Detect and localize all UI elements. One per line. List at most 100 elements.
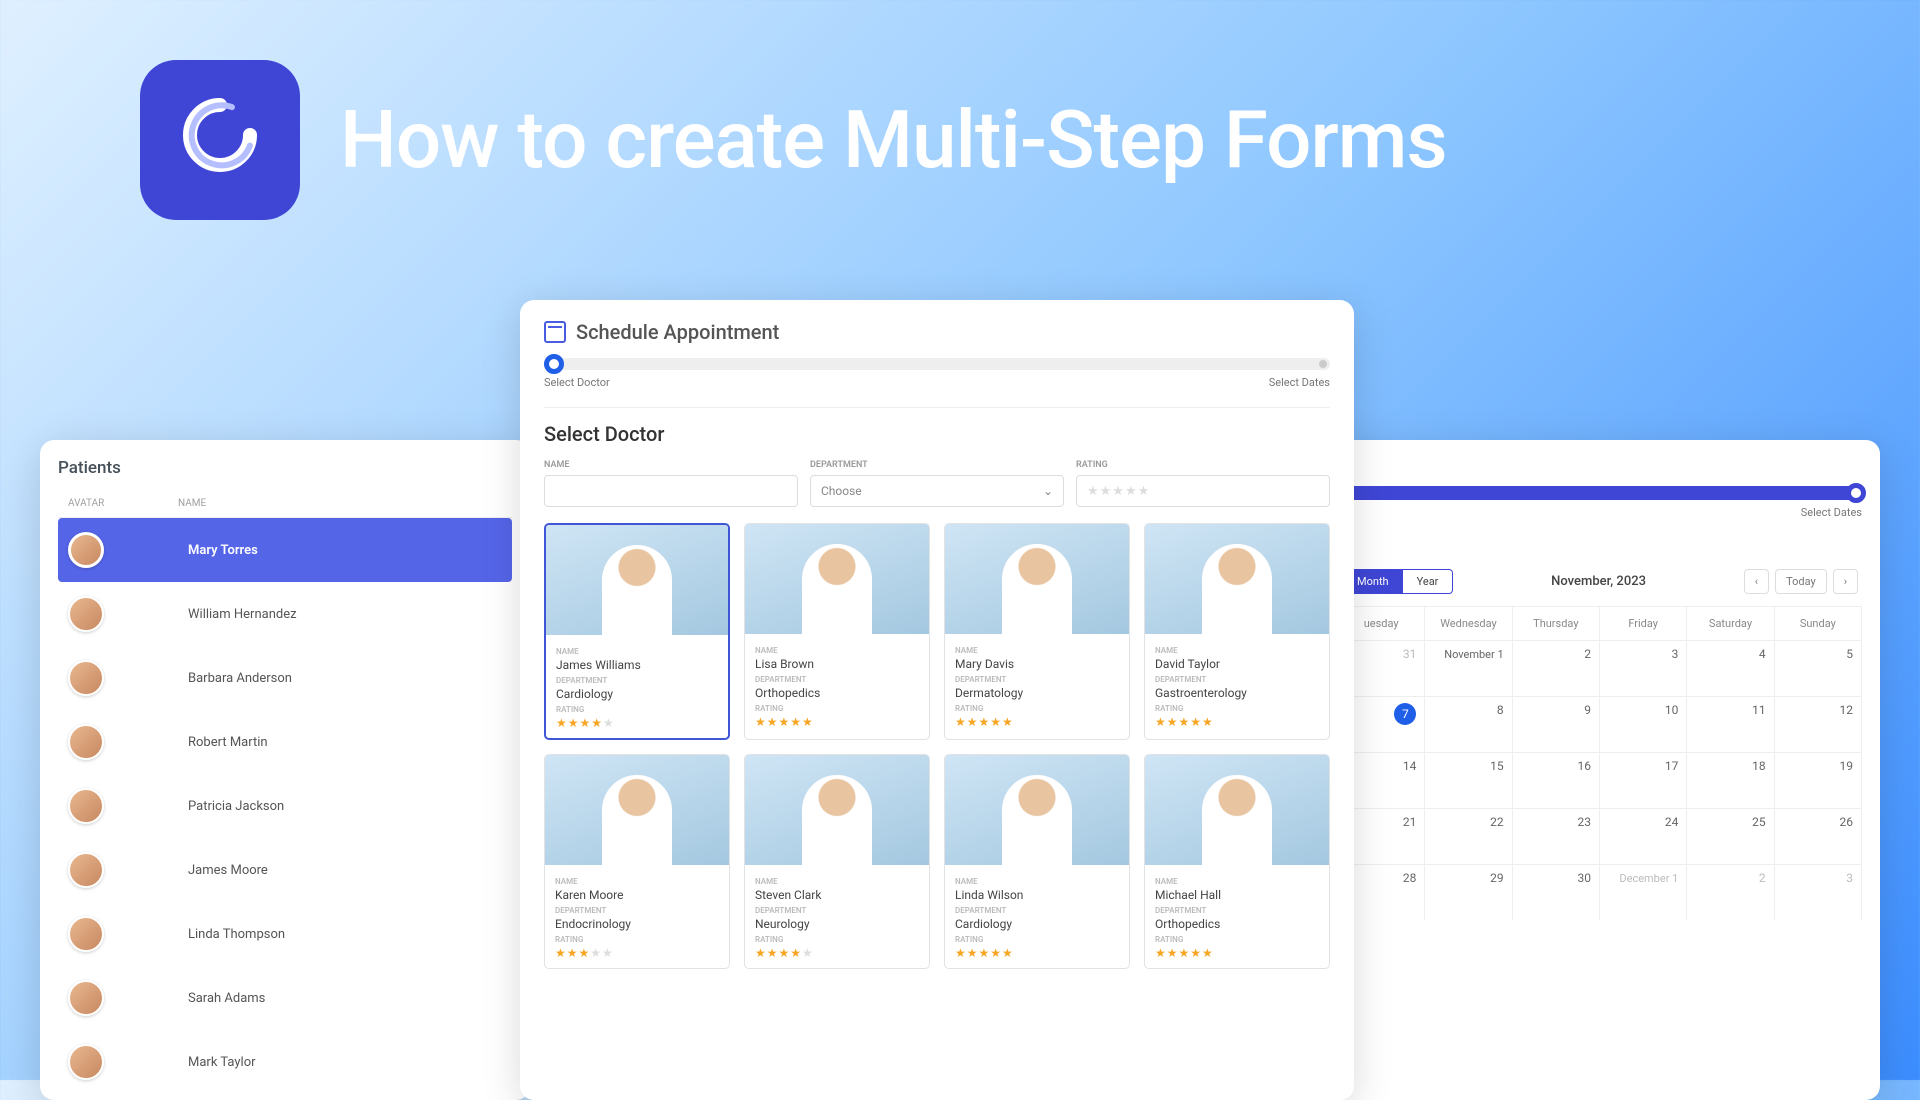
calendar-day-cell[interactable]: 12 <box>1775 696 1862 752</box>
patient-name: Robert Martin <box>188 735 268 750</box>
patients-table-header: Avatar Name <box>58 490 512 518</box>
calendar-icon <box>544 321 566 343</box>
doctor-rating: ★★★★★ <box>755 715 919 729</box>
patient-row[interactable]: Robert Martin <box>58 710 512 774</box>
doctor-card[interactable]: Name James Williams Department Cardiology Ra… <box>544 523 730 740</box>
patient-row[interactable]: James Moore <box>58 838 512 902</box>
patient-name: Mark Taylor <box>188 1055 256 1070</box>
toggle-year[interactable]: Year <box>1403 570 1453 593</box>
doctor-rating: ★★★★★ <box>555 946 719 960</box>
doctor-card[interactable]: NameLinda WilsonDepartmentCardiologyRati… <box>944 754 1130 969</box>
doctor-card[interactable]: NameMary DavisDepartmentDermatologyRatin… <box>944 523 1130 740</box>
progress-end-dot <box>1846 483 1866 503</box>
page-header: How to create Multi-Step Forms <box>0 0 1920 220</box>
doctor-card[interactable]: NameSteven ClarkDepartmentNeurologyRatin… <box>744 754 930 969</box>
calendar-day-cell[interactable]: 17 <box>1600 752 1687 808</box>
calendar-day-cell[interactable]: 2 <box>1513 640 1600 696</box>
field-label: Department <box>1155 675 1319 684</box>
calendar-day-cell[interactable]: 9 <box>1513 696 1600 752</box>
calendar-day-cell[interactable]: 25 <box>1687 808 1774 864</box>
patients-panel: Patients Avatar Name Mary TorresWilliam … <box>40 440 530 1100</box>
page-title: How to create Multi-Step Forms <box>340 93 1447 187</box>
calendar-day-cell[interactable]: 4 <box>1687 640 1774 696</box>
calendar-day-cell[interactable]: 3 <box>1600 640 1687 696</box>
step-label-select-dates: Select Dates <box>1338 506 1862 519</box>
calendar-next-button[interactable]: › <box>1833 569 1858 594</box>
patient-row[interactable]: Sarah Adams <box>58 966 512 1030</box>
field-label: Rating <box>1155 935 1319 944</box>
filter-department-select[interactable]: Choose⌄ <box>810 475 1064 507</box>
avatar <box>68 532 104 568</box>
field-label: Name <box>556 647 718 656</box>
calendar-day-header: Sunday <box>1775 606 1862 640</box>
column-name: Name <box>178 498 512 509</box>
doctor-card[interactable]: NameDavid TaylorDepartmentGastroenterolo… <box>1144 523 1330 740</box>
calendar-day-cell[interactable]: 29 <box>1425 864 1512 920</box>
patient-name: Sarah Adams <box>188 991 265 1006</box>
doctor-card[interactable]: NameLisa BrownDepartmentOrthopedicsRatin… <box>744 523 930 740</box>
calendar-day-cell[interactable]: 11 <box>1687 696 1774 752</box>
avatar <box>68 980 104 1016</box>
patient-row[interactable]: Mary Torres <box>58 518 512 582</box>
filter-name-input[interactable] <box>544 475 798 507</box>
patient-row[interactable]: Barbara Anderson <box>58 646 512 710</box>
progress-bar <box>544 358 1330 370</box>
filter-rating-input[interactable]: ★★★★★ <box>1076 475 1330 507</box>
doctor-rating: ★★★★★ <box>556 716 718 730</box>
calendar-day-cell[interactable]: 3 <box>1775 864 1862 920</box>
doctor-card[interactable]: NameKaren MooreDepartmentEndocrinologyRa… <box>544 754 730 969</box>
calendar-day-cell[interactable]: 8 <box>1425 696 1512 752</box>
doctor-department: Cardiology <box>556 687 718 701</box>
doctor-department: Endocrinology <box>555 917 719 931</box>
doctor-name: Michael Hall <box>1155 888 1319 902</box>
avatar <box>68 788 104 824</box>
doctor-name: Mary Davis <box>955 657 1119 671</box>
doctor-card[interactable]: NameMichael HallDepartmentOrthopedicsRat… <box>1144 754 1330 969</box>
calendar-day-cell[interactable]: 10 <box>1600 696 1687 752</box>
progress-start-dot <box>544 354 564 374</box>
calendar-panel: Select Dates Month Year November, 2023 ‹… <box>1320 440 1880 1100</box>
field-label: Rating <box>955 935 1119 944</box>
calendar-day-header: Friday <box>1600 606 1687 640</box>
doctor-photo <box>1145 755 1329 865</box>
patient-row[interactable]: William Hernandez <box>58 582 512 646</box>
calendar-day-header: Wednesday <box>1425 606 1512 640</box>
calendar-day-cell[interactable]: 30 <box>1513 864 1600 920</box>
calendar-day-cell[interactable]: 26 <box>1775 808 1862 864</box>
patient-row[interactable]: Mark Taylor <box>58 1030 512 1094</box>
patient-row[interactable]: Linda Thompson <box>58 902 512 966</box>
avatar <box>68 596 104 632</box>
calendar-day-cell[interactable]: 2 <box>1687 864 1774 920</box>
calendar-day-cell[interactable]: 24 <box>1600 808 1687 864</box>
doctor-name: David Taylor <box>1155 657 1319 671</box>
calendar-day-cell[interactable]: 18 <box>1687 752 1774 808</box>
avatar <box>68 1044 104 1080</box>
step-label-select-dates: Select Dates <box>1269 376 1330 389</box>
field-label: Name <box>1155 877 1319 886</box>
filter-name-label: Name <box>544 460 798 470</box>
doctor-rating: ★★★★★ <box>755 946 919 960</box>
calendar-day-cell[interactable]: 16 <box>1513 752 1600 808</box>
field-label: Rating <box>556 705 718 714</box>
calendar-day-cell[interactable]: 22 <box>1425 808 1512 864</box>
calendar-day-cell[interactable]: December 1 <box>1600 864 1687 920</box>
patient-row[interactable]: Karen Green <box>58 1094 512 1100</box>
doctor-name: James Williams <box>556 658 718 672</box>
calendar-day-cell[interactable]: 19 <box>1775 752 1862 808</box>
field-label: Department <box>556 676 718 685</box>
doctor-photo <box>745 755 929 865</box>
calendar-today-button[interactable]: Today <box>1775 569 1827 594</box>
calendar-view-toggle: Month Year <box>1342 569 1453 594</box>
patient-name: William Hernandez <box>188 607 297 622</box>
calendar-day-cell[interactable]: November 1 <box>1425 640 1512 696</box>
chevron-down-icon: ⌄ <box>1043 484 1053 498</box>
calendar-day-cell[interactable]: 5 <box>1775 640 1862 696</box>
calendar-prev-button[interactable]: ‹ <box>1744 569 1769 594</box>
patient-name: Linda Thompson <box>188 927 285 942</box>
patient-row[interactable]: Patricia Jackson <box>58 774 512 838</box>
calendar-day-cell[interactable]: 23 <box>1513 808 1600 864</box>
field-label: Department <box>1155 906 1319 915</box>
calendar-day-cell[interactable]: 15 <box>1425 752 1512 808</box>
filter-department-label: Department <box>810 460 1064 470</box>
patient-name: Mary Torres <box>188 543 258 558</box>
